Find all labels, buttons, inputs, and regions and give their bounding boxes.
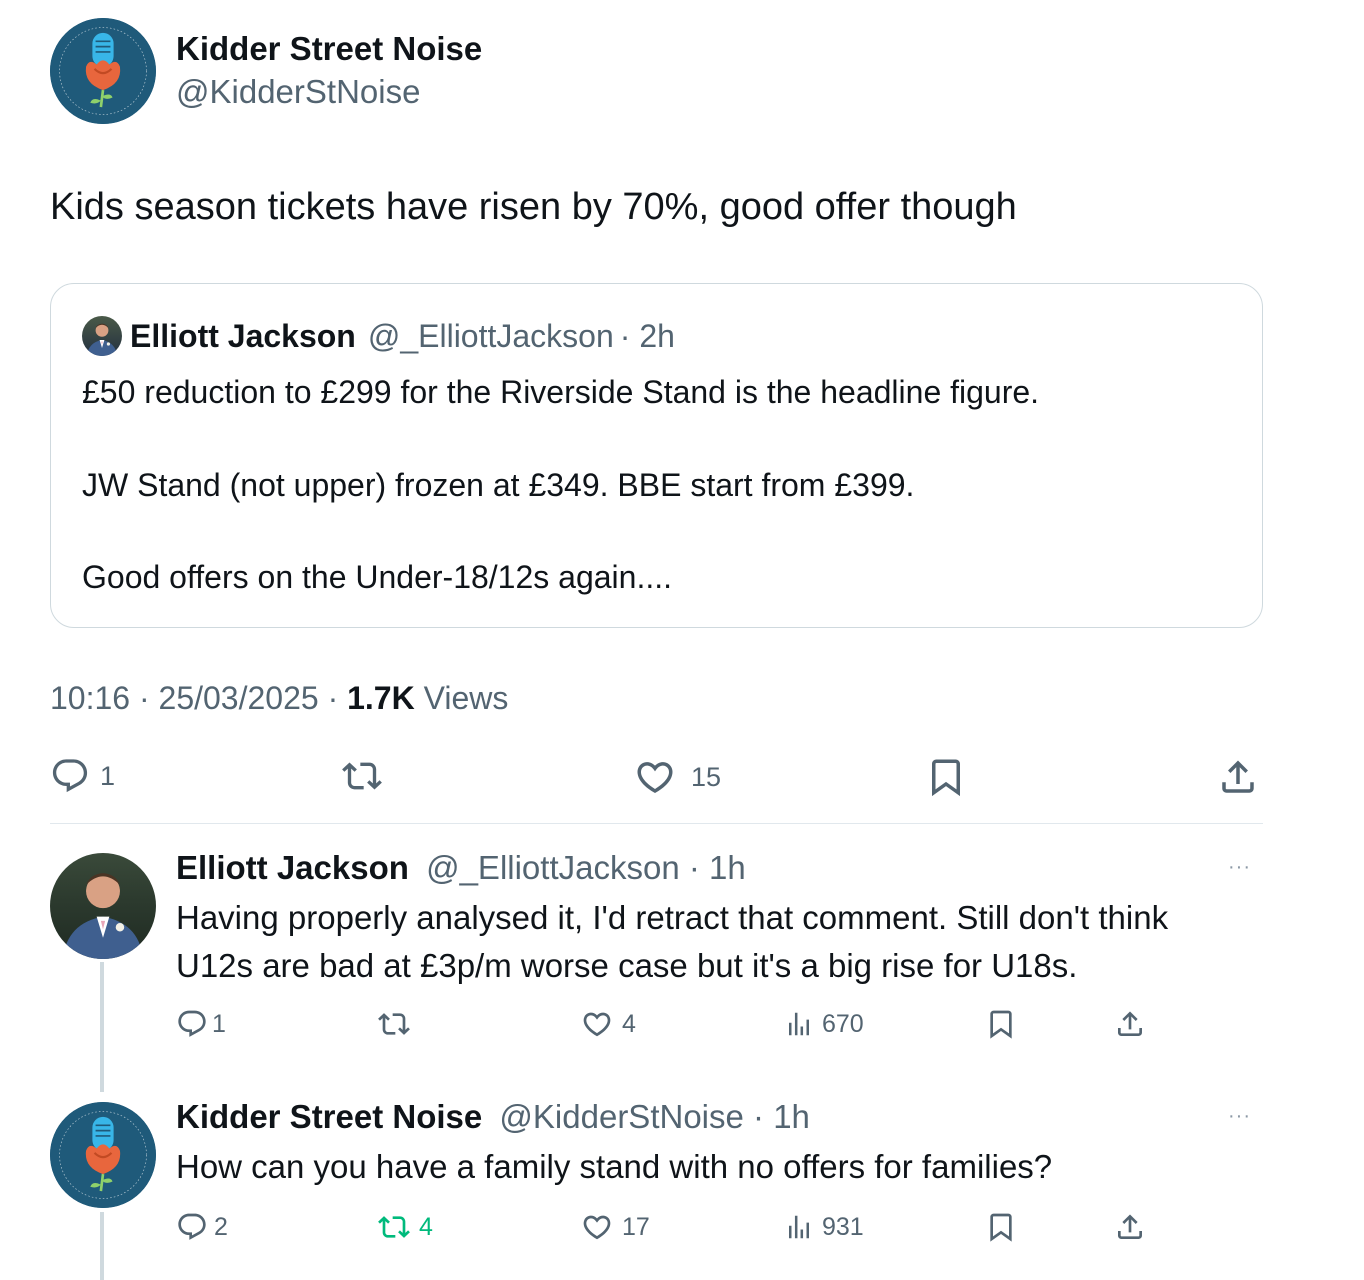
- share-button[interactable]: [1217, 756, 1259, 798]
- reply-author-handle[interactable]: @_ElliottJackson: [426, 849, 680, 886]
- reply-icon: [176, 1008, 208, 1040]
- share-icon: [1114, 1211, 1146, 1243]
- retweet-icon: [340, 756, 384, 796]
- bookmark-button[interactable]: [985, 1008, 1017, 1040]
- retweet-button[interactable]: [375, 1008, 413, 1040]
- like-count: 4: [622, 1009, 636, 1038]
- avatar[interactable]: [50, 1102, 156, 1208]
- kidder-street-noise-logo-icon: [50, 18, 156, 124]
- reply-text-line: U12s are bad at £3p/m worse case but it'…: [176, 947, 1078, 984]
- quoted-text-line: JW Stand (not upper) frozen at £349. BBE…: [82, 467, 915, 503]
- person-avatar-icon: [82, 316, 122, 356]
- reply-header: Kidder Street Noise @KidderStNoise · 1h: [176, 1098, 810, 1136]
- views-label: Views: [414, 680, 509, 716]
- divider: [50, 823, 1263, 824]
- thread-line: [100, 962, 104, 1092]
- thread-line: [100, 1212, 104, 1280]
- views-count: 670: [822, 1009, 864, 1038]
- views-button[interactable]: 670: [784, 1008, 864, 1040]
- tweet-meta: 10:16 · 25/03/2025 · 1.7K Views: [50, 680, 508, 717]
- reply-author-name[interactable]: Kidder Street Noise: [176, 1098, 482, 1135]
- quoted-time: · 2h: [619, 317, 675, 354]
- avatar[interactable]: [50, 853, 156, 959]
- reply-count: 1: [212, 1009, 226, 1038]
- like-button[interactable]: 4: [580, 1008, 636, 1040]
- avatar[interactable]: [50, 18, 156, 124]
- bookmark-icon: [925, 756, 967, 798]
- retweet-button[interactable]: 4: [375, 1211, 433, 1243]
- timestamp[interactable]: 10:16 · 25/03/2025 ·: [50, 680, 347, 716]
- author-handle[interactable]: @KidderStNoise: [176, 73, 420, 111]
- retweet-icon: [375, 1008, 413, 1040]
- views-button[interactable]: 931: [784, 1211, 864, 1243]
- reply-count: 2: [214, 1212, 228, 1241]
- bookmark-icon: [985, 1008, 1017, 1040]
- quoted-text-line: Good offers on the Under-18/12s again...…: [82, 559, 673, 595]
- person-avatar-icon: [50, 853, 156, 959]
- views-count: 931: [822, 1212, 864, 1241]
- like-count: 17: [622, 1212, 650, 1241]
- quoted-tweet[interactable]: Elliott Jackson @_ElliottJackson · 2h £5…: [50, 283, 1263, 628]
- reply-icon: [50, 756, 90, 796]
- retweet-icon: [375, 1211, 413, 1243]
- bookmark-button[interactable]: [985, 1211, 1017, 1243]
- quoted-author-handle: @_ElliottJackson: [367, 317, 614, 354]
- more-icon[interactable]: ···: [1228, 856, 1251, 879]
- reply-header: Elliott Jackson @_ElliottJackson · 1h: [176, 849, 746, 887]
- kidder-street-noise-logo-icon: [50, 1102, 156, 1208]
- reply-time[interactable]: · 1h: [689, 849, 746, 886]
- views-icon: [784, 1211, 814, 1243]
- reply-author-name[interactable]: Elliott Jackson: [176, 849, 409, 886]
- author-name[interactable]: Kidder Street Noise: [176, 30, 482, 68]
- quoted-tweet-header: Elliott Jackson @_ElliottJackson · 2h: [82, 316, 675, 356]
- heart-icon: [580, 1211, 614, 1243]
- reply-author-handle[interactable]: @KidderStNoise: [499, 1098, 743, 1135]
- share-button[interactable]: [1114, 1211, 1146, 1243]
- share-button[interactable]: [1114, 1008, 1146, 1040]
- views-count: 1.7K: [347, 680, 415, 716]
- retweet-button[interactable]: [340, 756, 384, 796]
- quoted-author-name: Elliott Jackson: [130, 317, 356, 354]
- like-count: 15: [691, 761, 722, 792]
- quoted-avatar: [82, 316, 122, 356]
- reply-count: 1: [100, 760, 116, 791]
- views-icon: [784, 1008, 814, 1040]
- reply-icon: [176, 1211, 208, 1243]
- like-button[interactable]: 15: [633, 756, 721, 798]
- quoted-text-line: £50 reduction to £299 for the Riverside …: [82, 374, 1040, 410]
- retweet-count: 4: [419, 1212, 433, 1241]
- share-icon: [1114, 1008, 1146, 1040]
- heart-icon: [633, 756, 677, 798]
- like-button[interactable]: 17: [580, 1211, 650, 1243]
- reply-text-line: Having properly analysed it, I'd retract…: [176, 899, 1169, 936]
- reply-text-line: How can you have a family stand with no …: [176, 1148, 1053, 1185]
- share-icon: [1217, 756, 1259, 798]
- reply-button[interactable]: 2: [176, 1211, 228, 1243]
- bookmark-icon: [985, 1211, 1017, 1243]
- tweet-text: Kids season tickets have risen by 70%, g…: [50, 186, 1017, 228]
- bookmark-button[interactable]: [925, 756, 967, 798]
- reply-time[interactable]: · 1h: [753, 1098, 810, 1135]
- more-icon[interactable]: ···: [1228, 1105, 1251, 1128]
- reply-button[interactable]: 1: [50, 756, 115, 796]
- heart-icon: [580, 1008, 614, 1040]
- reply-button[interactable]: 1: [176, 1008, 226, 1040]
